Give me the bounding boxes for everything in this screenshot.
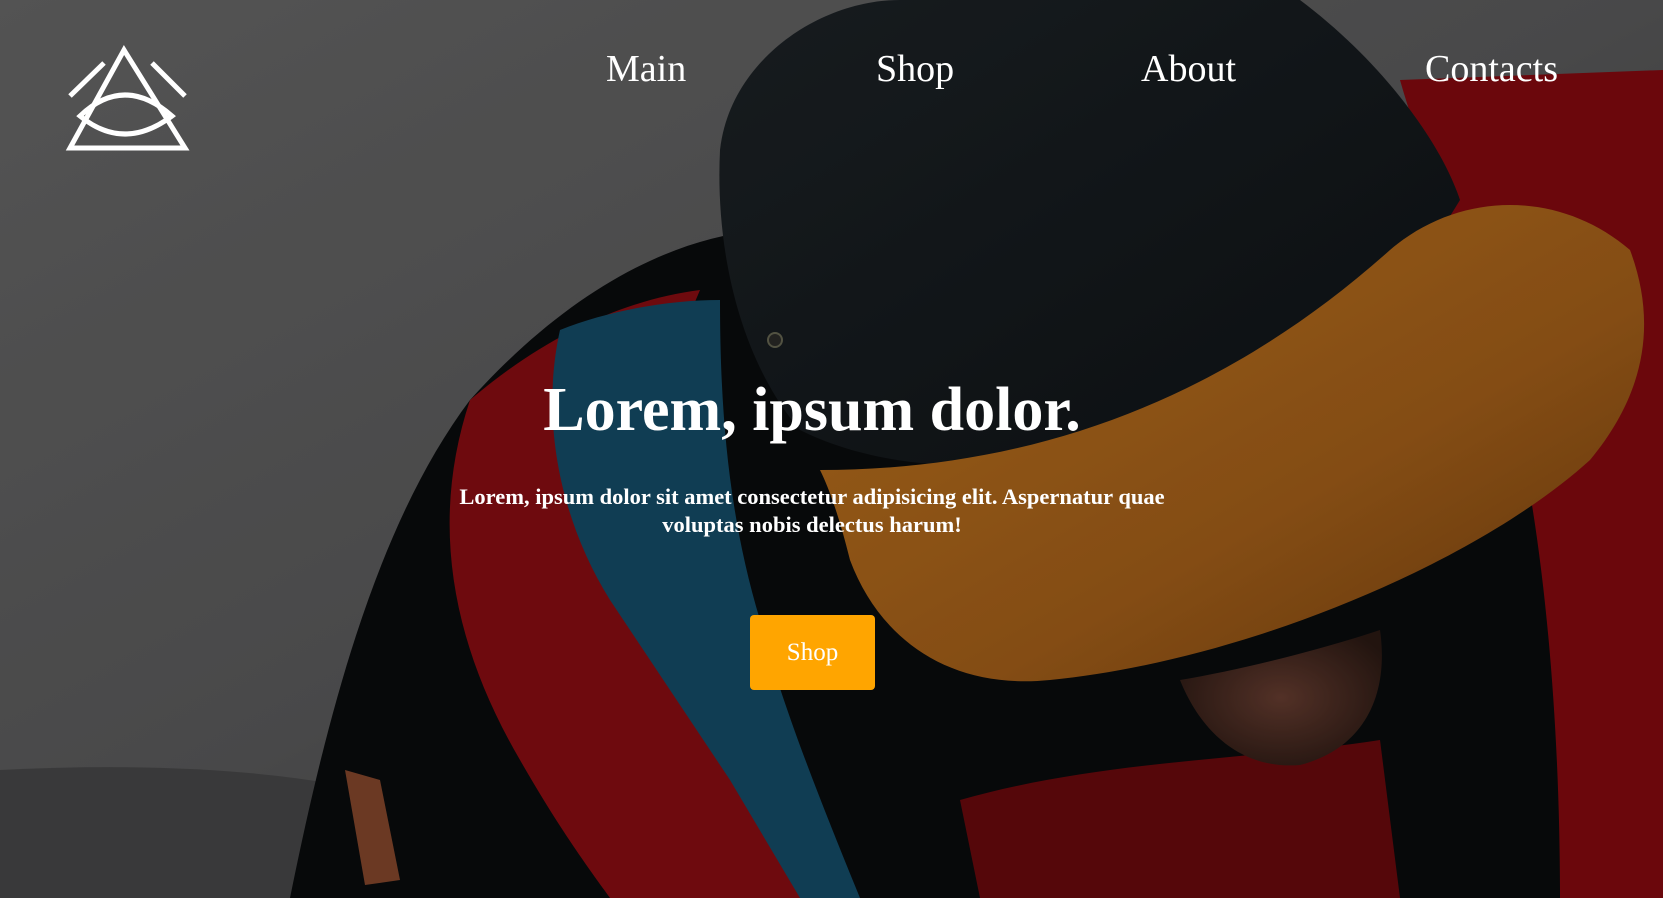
- hero-title: Lorem, ipsum dolor.: [543, 376, 1081, 444]
- shop-button[interactable]: Shop: [750, 615, 875, 690]
- nav-item-contacts[interactable]: Contacts: [1425, 44, 1558, 94]
- page-bottom-edge: [0, 898, 1663, 902]
- hero-section: Main Shop About Contacts Lorem, ipsum do…: [0, 0, 1663, 898]
- nav-item-shop[interactable]: Shop: [876, 44, 954, 94]
- main-nav: Main Shop About Contacts: [0, 44, 1663, 94]
- nav-item-main[interactable]: Main: [606, 44, 686, 94]
- nav-item-about[interactable]: About: [1141, 44, 1236, 94]
- hero-subtitle: Lorem, ipsum dolor sit amet consectetur …: [459, 484, 1165, 537]
